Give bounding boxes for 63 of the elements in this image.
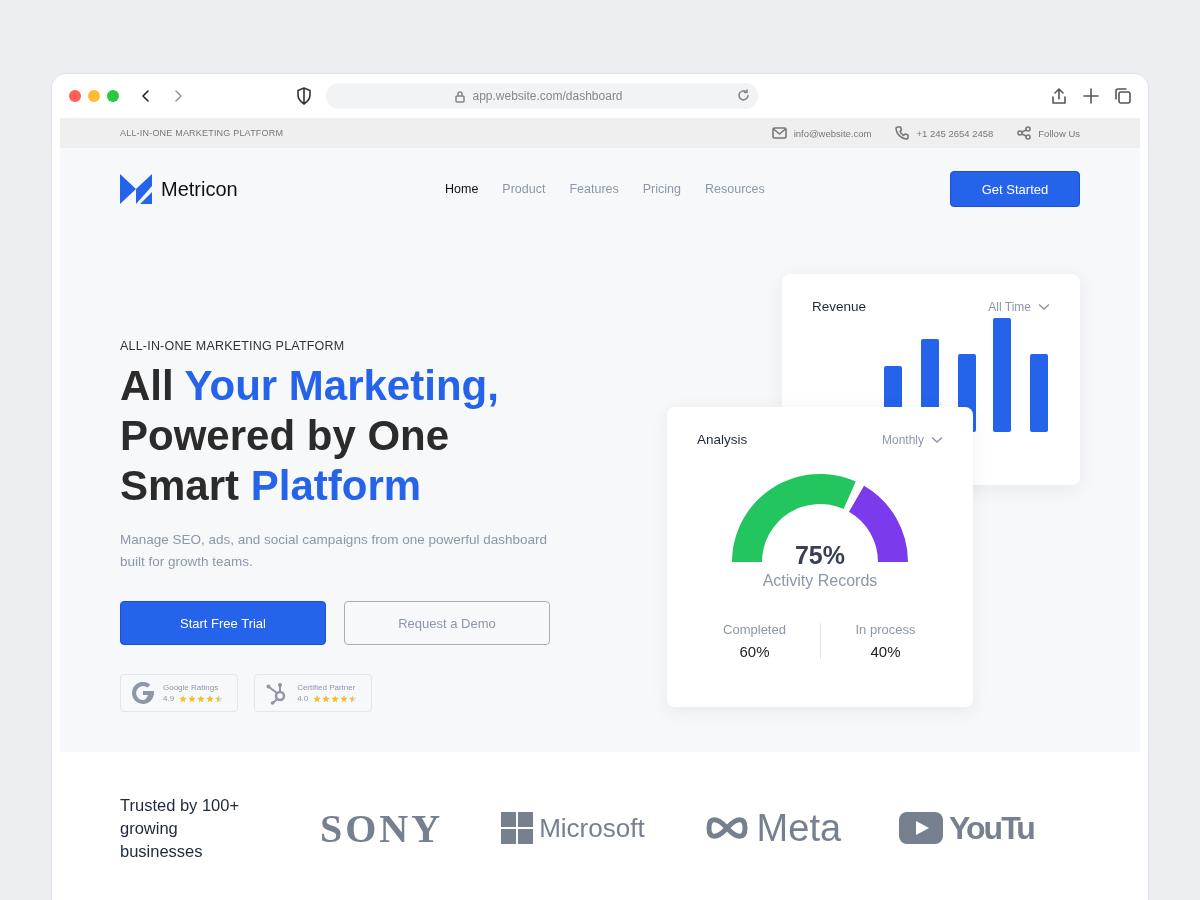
- badge-title: Google Ratings: [163, 683, 220, 692]
- copy-icon[interactable]: [1114, 87, 1132, 105]
- logo-icon: [120, 174, 152, 204]
- star-icon: [340, 694, 349, 703]
- star-icon: [179, 694, 188, 703]
- plus-icon[interactable]: [1083, 88, 1099, 104]
- demo-button[interactable]: Request a Demo: [344, 601, 550, 645]
- card-title: Analysis: [697, 432, 748, 447]
- shield-icon[interactable]: [295, 87, 312, 105]
- nav-link[interactable]: Home: [445, 182, 479, 196]
- stat-label: In process: [855, 622, 916, 637]
- nav-link[interactable]: Pricing: [642, 182, 681, 196]
- address-bar[interactable]: app.website.com/dashboard: [325, 83, 758, 109]
- stat-value: 60%: [739, 643, 770, 660]
- subtitle: Manage SEO, ads, and social campaigns from one powerful dashboard built for growth teams.: [120, 531, 548, 571]
- brand-logo: YouTu: [949, 809, 1034, 847]
- rating-score: 4.9: [163, 694, 175, 703]
- star-icon: [215, 694, 224, 703]
- phone-icon: [895, 126, 910, 140]
- stat-value: 40%: [870, 643, 901, 660]
- gauge-value: 75%: [793, 541, 846, 570]
- contact-text: +1 245 2654 2458: [916, 127, 994, 139]
- star-icon: [188, 694, 197, 703]
- headline: All Your Marketing, Powered by One Smart Platform: [120, 361, 500, 511]
- card-title: Revenue: [812, 299, 867, 314]
- mail-icon: [771, 127, 787, 139]
- stat-label: Completed: [723, 622, 786, 637]
- period-dropdown[interactable]: Monthly: [881, 432, 943, 447]
- tagline: ALL-IN-ONE MARKETING PLATFORM: [120, 128, 284, 138]
- share-icon[interactable]: [1050, 87, 1068, 105]
- windows-squares-icon: [501, 812, 534, 844]
- get-started-button[interactable]: Get Started: [950, 171, 1080, 207]
- brand-logo: Microsoft: [539, 812, 645, 844]
- window-control-icon[interactable]: [69, 90, 81, 102]
- nav-link[interactable]: Features: [569, 182, 619, 196]
- brand-logo: Meta: [756, 806, 842, 850]
- trusted-text: Trusted by 100+ growing businesses: [120, 794, 241, 862]
- url-text: app.website.com/dashboard: [472, 89, 623, 103]
- badge-title: Certified Partner: [297, 683, 357, 692]
- chevron-down-icon: [931, 435, 943, 444]
- brand-name: Metricon: [161, 177, 238, 201]
- star-icon: [197, 694, 206, 703]
- lock-icon: [454, 89, 467, 103]
- chevron-down-icon: [1038, 302, 1050, 311]
- reload-icon[interactable]: [736, 89, 750, 102]
- nav-link[interactable]: Product: [502, 182, 546, 196]
- star-icon: [349, 694, 358, 703]
- follow-link[interactable]: Follow Us: [1038, 127, 1080, 139]
- star-icon: [206, 694, 215, 703]
- rating-score: 4.0: [297, 694, 309, 703]
- share-icon: [1017, 126, 1032, 140]
- star-icon: [313, 694, 322, 703]
- start-trial-button[interactable]: Start Free Trial: [120, 601, 326, 645]
- star-icon: [322, 694, 331, 703]
- brand-logo: SONY: [320, 804, 444, 852]
- eyebrow-text: ALL-IN-ONE MARKETING PLATFORM: [120, 339, 346, 353]
- play-icon: [899, 812, 944, 844]
- g-logo-icon: [131, 681, 155, 705]
- nav-link[interactable]: Resources: [705, 182, 765, 196]
- contact-text: info@website.com: [793, 127, 872, 139]
- star-icon: [331, 694, 340, 703]
- period-dropdown[interactable]: All Time: [988, 299, 1050, 314]
- gauge-label: Activity Records: [761, 572, 879, 590]
